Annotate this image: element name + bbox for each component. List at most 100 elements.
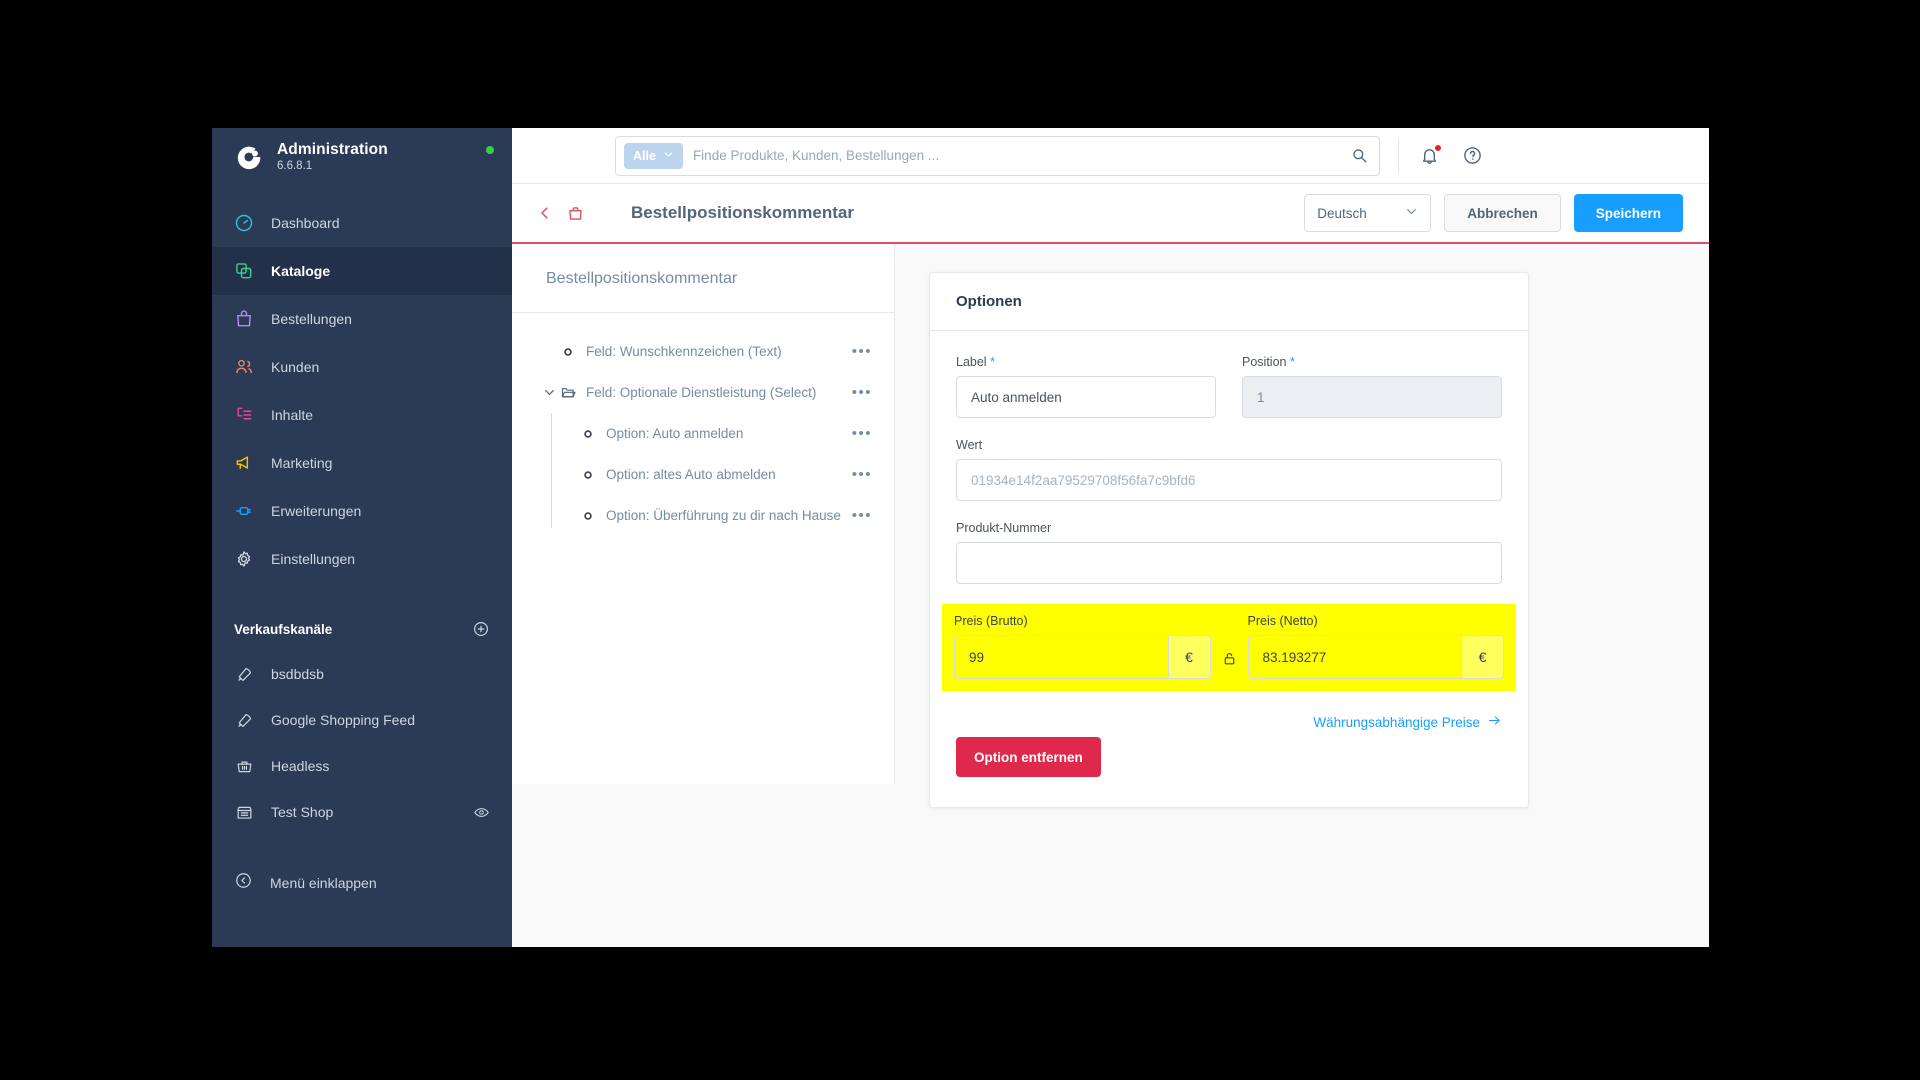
plus-circle-icon[interactable] (472, 620, 490, 638)
tree-list: Feld: Wunschkennzeichen (Text) ••• Feld:… (512, 313, 894, 536)
sidebar-item-kunden[interactable]: Kunden (212, 343, 512, 391)
price-gross-input-wrapper: € (954, 635, 1211, 679)
search-input[interactable] (692, 148, 1340, 163)
topbar-icon-group (1419, 144, 1483, 166)
position-field-label-text: Position (1242, 355, 1287, 369)
price-gross-group: Preis (Brutto) € (954, 614, 1211, 679)
tree-row-label: Option: Auto anmelden (606, 426, 744, 441)
rocket-icon (234, 710, 254, 730)
ellipsis-icon[interactable]: ••• (852, 467, 872, 482)
page-title: Bestellpositionskommentar (631, 203, 854, 222)
label-field-label-text: Label (956, 355, 987, 369)
unlocked-padlock-icon[interactable] (1221, 637, 1238, 679)
orders-bag-icon (234, 309, 254, 329)
catalog-copy-icon (234, 261, 254, 281)
produkt-nummer-field-label: Produkt-Nummer (956, 521, 1052, 535)
label-field-label: Label * (956, 355, 1216, 369)
required-marker: * (1289, 355, 1295, 369)
ellipsis-icon[interactable]: ••• (852, 426, 872, 441)
sidebar-item-label: Kunden (271, 359, 320, 376)
bell-icon[interactable] (1419, 144, 1442, 166)
search-icon[interactable] (1350, 146, 1369, 165)
online-status-dot (486, 146, 494, 155)
bag-icon (566, 204, 585, 223)
sidebar-item-label: Inhalte (271, 407, 314, 424)
price-fields-highlight: Preis (Brutto) € (942, 604, 1516, 691)
price-gross-label: Preis (Brutto) (954, 614, 1028, 628)
currency-prices-link[interactable]: Währungsabhängige Preise (1313, 713, 1502, 731)
sidebar-item-einstellungen[interactable]: Einstellungen (212, 535, 512, 583)
sidebar-item-marketing[interactable]: Marketing (212, 439, 512, 487)
folder-open-icon (558, 384, 578, 401)
produkt-nummer-input[interactable] (956, 542, 1502, 584)
question-circle-icon[interactable] (1462, 145, 1483, 166)
tree-row[interactable]: Option: altes Auto abmelden ••• (512, 454, 894, 495)
sidebar-item-bestellungen[interactable]: Bestellungen (212, 295, 512, 343)
sidebar-item-erweiterungen[interactable]: Erweiterungen (212, 487, 512, 535)
main-area: Alle Finde Produkte, Kunden, Bestellunge… (512, 128, 1709, 947)
wert-field-label: Wert (956, 438, 983, 452)
tree-children-group: Option: Auto anmelden ••• Option: altes … (512, 413, 894, 536)
sidebar-item-label: Einstellungen (271, 551, 356, 568)
sidebar-channel-test-shop[interactable]: Test Shop (212, 789, 512, 835)
sidebar-item-dashboard[interactable]: Dashboard (212, 199, 512, 247)
cancel-button[interactable]: Abbrechen (1444, 194, 1561, 232)
price-gross-input[interactable] (955, 636, 1168, 678)
sidebar-collapse-label: Menü einklappen (270, 875, 377, 892)
save-button[interactable]: Speichern (1573, 194, 1683, 232)
sidebar-channel-headless[interactable]: Headless (212, 743, 512, 789)
sidebar-channel-google-shopping-feed[interactable]: Google Shopping Feed (212, 697, 512, 743)
currency-symbol-net: € (1461, 636, 1503, 678)
remove-option-button[interactable]: Option entfernen (956, 737, 1101, 777)
tree-row[interactable]: Option: Überführung zu dir nach Hause ••… (512, 495, 894, 536)
sidebar-item-label: Marketing (271, 455, 333, 472)
chevron-down-icon (1405, 205, 1418, 221)
shopware-admin-window: Administration 6.6.8.1 Dashboard Katalog… (212, 128, 1709, 947)
produkt-nummer-field-group: Produkt-Nummer (956, 521, 1502, 584)
marketing-megaphone-icon (234, 453, 254, 473)
search-scope-selector[interactable]: Alle (624, 142, 683, 169)
wert-input[interactable] (956, 459, 1502, 501)
sidebar-item-label: Kataloge (271, 263, 331, 280)
sales-channels-section-header: Verkaufskanäle (212, 607, 512, 651)
tree-row-label: Feld: Wunschkennzeichen (Text) (586, 344, 782, 359)
sidebar-brand[interactable]: Administration 6.6.8.1 (212, 128, 512, 185)
main-sidebar: Administration 6.6.8.1 Dashboard Katalog… (212, 128, 512, 947)
chevron-down-icon (663, 149, 674, 163)
tree-row[interactable]: Option: Auto anmelden ••• (512, 413, 894, 454)
dot-node-icon (578, 470, 598, 480)
price-net-input[interactable] (1248, 636, 1461, 678)
chevron-left-icon[interactable] (532, 200, 558, 226)
sidebar-item-inhalte[interactable]: Inhalte (212, 391, 512, 439)
sidebar-item-label: Dashboard (271, 215, 340, 232)
sidebar-item-label: Erweiterungen (271, 503, 362, 520)
options-card: Optionen Label * Auto anmelden Position … (929, 272, 1529, 808)
position-field-group: Position * (1242, 355, 1502, 418)
sidebar-collapse-button[interactable]: Menü einklappen (212, 859, 512, 907)
chevron-down-icon[interactable] (540, 386, 558, 399)
custom-field-tree-panel: Bestellpositionskommentar Feld: Wunschke… (512, 244, 895, 784)
label-position-row: Label * Position * (956, 355, 1502, 418)
chevron-circle-left-icon (234, 871, 253, 895)
content-area: Bestellpositionskommentar Feld: Wunschke… (512, 244, 1709, 947)
headless-basket-icon (234, 756, 254, 776)
shopware-logo-icon (234, 142, 264, 172)
label-input[interactable] (956, 376, 1216, 418)
tree-row[interactable]: Feld: Wunschkennzeichen (Text) ••• (512, 331, 894, 372)
option-detail-panel: Optionen Label * Auto anmelden Position … (895, 244, 1709, 947)
content-pages-icon (234, 405, 254, 425)
ellipsis-icon[interactable]: ••• (852, 344, 872, 359)
sidebar-item-kataloge[interactable]: Kataloge (212, 247, 512, 296)
storefront-icon (234, 802, 254, 822)
sidebar-channel-bsdbdsb[interactable]: bsdbdsb (212, 651, 512, 697)
eye-icon[interactable] (473, 804, 490, 821)
arrow-right-icon (1487, 713, 1502, 731)
sidebar-channel-label: Headless (271, 758, 330, 775)
language-select[interactable]: Deutsch (1304, 194, 1432, 232)
wert-row: Wert (956, 438, 1502, 501)
ellipsis-icon[interactable]: ••• (852, 508, 872, 523)
tree-row[interactable]: Feld: Optionale Dienstleistung (Select) … (512, 372, 894, 413)
primary-nav: Dashboard Kataloge Bestellungen Kunden I… (212, 199, 512, 583)
ellipsis-icon[interactable]: ••• (852, 385, 872, 400)
global-search[interactable]: Alle (615, 135, 1380, 176)
